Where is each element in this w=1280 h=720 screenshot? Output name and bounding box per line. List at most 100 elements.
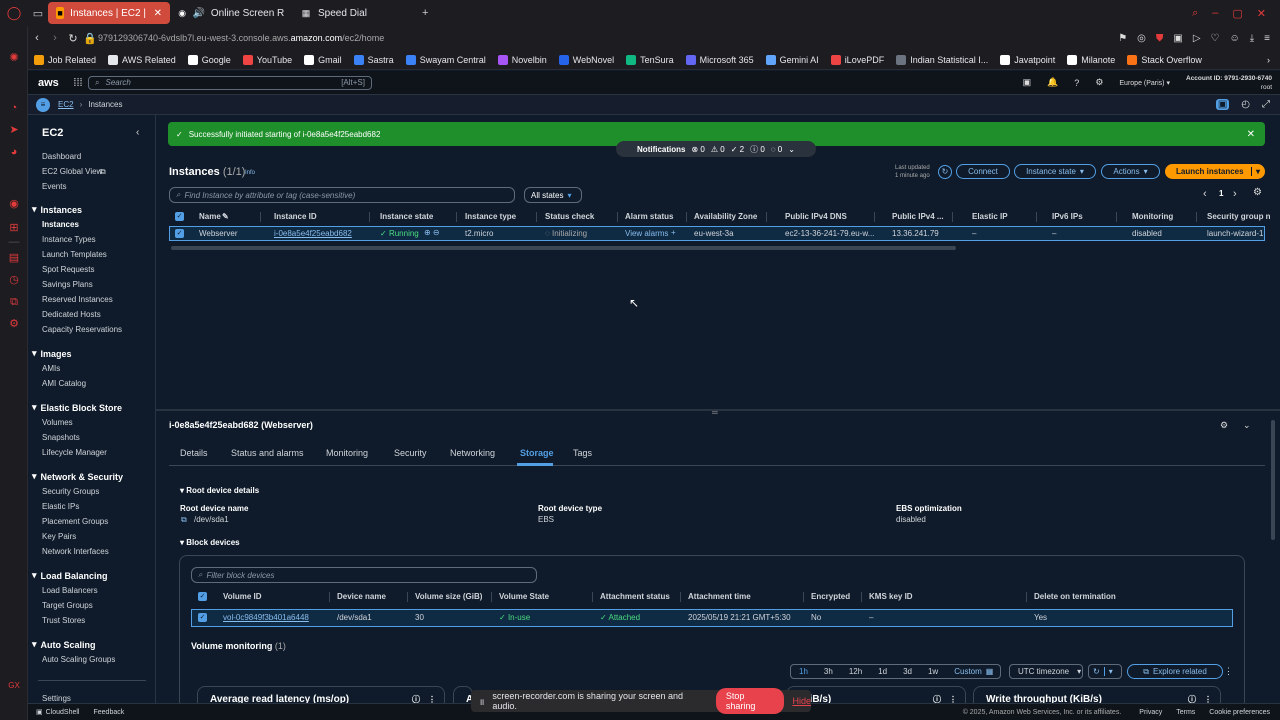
breadcrumb-ec2[interactable]: EC2: [58, 100, 74, 109]
bookmark-item[interactable]: WebNovel: [558, 54, 614, 65]
launch-instances-button[interactable]: Launch instances ▾: [1165, 164, 1265, 179]
column-divider[interactable]: [803, 592, 804, 602]
close-tab-icon[interactable]: ✕: [154, 8, 162, 19]
discord-icon[interactable]: ◕: [8, 146, 20, 158]
sidebar-item-reserved-instances[interactable]: Reserved Instances: [42, 295, 113, 304]
gx-icon[interactable]: GX: [8, 680, 20, 692]
tab-instances[interactable]: ■ Instances | EC2 | eu-west ✕: [48, 2, 170, 24]
workspaces-icon[interactable]: ▭: [28, 7, 48, 20]
maximize-icon[interactable]: ▢: [1232, 7, 1242, 20]
refresh-metrics-button[interactable]: ↻ ▾: [1088, 664, 1122, 679]
column-header[interactable]: Availability Zone: [694, 212, 757, 221]
zoom-icon[interactable]: ⊕ ⊖: [424, 228, 440, 237]
sidebar-item-security-groups[interactable]: Security Groups: [42, 487, 99, 496]
tab-details[interactable]: Details: [180, 448, 208, 458]
sidebar-item-events[interactable]: Events: [42, 182, 66, 191]
column-header[interactable]: IPv6 IPs: [1052, 212, 1083, 221]
block-column-header[interactable]: Encrypted: [811, 592, 850, 601]
new-tab-icon[interactable]: +: [422, 7, 428, 19]
copy-icon[interactable]: ⧉: [181, 515, 187, 525]
sidebar-item-trust-stores[interactable]: Trust Stores: [42, 616, 85, 625]
bookmark-item[interactable]: Milanote: [1067, 54, 1115, 65]
account-menu[interactable]: Account ID: 9791-2930-6740 root: [1186, 74, 1272, 92]
services-grid-icon[interactable]: ⁞⁞⁞: [68, 77, 88, 89]
sidebar-item-amis[interactable]: AMIs: [42, 364, 60, 373]
select-all-checkbox[interactable]: ✓: [175, 212, 184, 221]
bookmark-item[interactable]: Microsoft 365: [685, 54, 754, 65]
column-divider[interactable]: [536, 212, 537, 222]
column-divider[interactable]: [686, 212, 687, 222]
bookmark-item[interactable]: AWS Related: [108, 54, 176, 65]
column-divider[interactable]: [592, 592, 593, 602]
bookmark-item[interactable]: Job Related: [34, 54, 96, 65]
back-icon[interactable]: ‹: [28, 32, 46, 44]
column-header[interactable]: Instance ID: [274, 212, 317, 221]
bookmark-item[interactable]: Indian Statistical I...: [896, 54, 988, 65]
search-tabs-icon[interactable]: ⌕: [1192, 7, 1198, 20]
sidebar-section-auto-scaling[interactable]: ▾ Auto Scaling: [32, 639, 96, 650]
play-icon[interactable]: ▷: [1193, 33, 1201, 44]
download-icon[interactable]: ⤓: [1250, 33, 1254, 44]
bookmark-item[interactable]: Google: [187, 54, 231, 65]
range-1w[interactable]: 1w: [920, 667, 946, 676]
column-header[interactable]: Elastic IP: [972, 212, 1008, 221]
launch-dropdown-icon[interactable]: ▾: [1250, 167, 1264, 176]
sidebar-item-capacity-reservations[interactable]: Capacity Reservations: [42, 325, 122, 334]
block-section-toggle[interactable]: ▾ Block devices: [180, 538, 240, 547]
sidebar-item-network-interfaces[interactable]: Network Interfaces: [42, 547, 109, 556]
column-header[interactable]: Instance type: [465, 212, 516, 221]
terms-link[interactable]: Terms: [1176, 709, 1195, 716]
bookmark-item[interactable]: Javatpoint: [1000, 54, 1055, 65]
search-input[interactable]: ⌕ Search [Alt+S]: [88, 75, 372, 90]
details-settings-icon[interactable]: ⚙: [1220, 420, 1228, 431]
range-1d[interactable]: 1d: [870, 667, 895, 676]
column-header[interactable]: Monitoring: [1132, 212, 1173, 221]
more-bookmarks-icon[interactable]: ›: [1267, 55, 1270, 65]
column-divider[interactable]: [407, 592, 408, 602]
forward-icon[interactable]: ›: [46, 32, 64, 44]
block-column-header[interactable]: Device name: [337, 592, 386, 601]
aria-icon[interactable]: ✺: [8, 52, 20, 64]
instance-search-input[interactable]: ⌕ Find Instance by attribute or tag (cas…: [169, 187, 515, 203]
explore-related-button[interactable]: ⧉ Explore related: [1127, 664, 1223, 679]
tab-storage[interactable]: Storage: [520, 448, 554, 458]
row-checkbox[interactable]: ✓: [175, 229, 184, 238]
sidebar-item-lifecycle-manager[interactable]: Lifecycle Manager: [42, 448, 107, 457]
next-page-icon[interactable]: ›: [1233, 188, 1237, 200]
sidebar-item-instance-types[interactable]: Instance Types: [42, 235, 96, 244]
collapse-sidebar-icon[interactable]: ‹: [136, 127, 139, 138]
sidebar-item-elastic-ips[interactable]: Elastic IPs: [42, 502, 79, 511]
column-divider[interactable]: [1196, 212, 1197, 222]
sidebar-item-placement-groups[interactable]: Placement Groups: [42, 517, 108, 526]
block-select-all-checkbox[interactable]: ✓: [198, 592, 207, 601]
column-header[interactable]: Security group n: [1207, 212, 1271, 221]
sidebar-section-load-balancing[interactable]: ▾ Load Balancing: [32, 570, 108, 581]
column-header[interactable]: Public IPv4 ...: [892, 212, 944, 221]
cell-id[interactable]: i-0e8a5e4f25eabd682: [274, 229, 352, 238]
wallet-icon[interactable]: ▤: [8, 252, 20, 264]
tab-screen-recorder[interactable]: ◉ 🔊 Online Screen Recorde: [170, 2, 292, 24]
camera-icon[interactable]: ◎: [1137, 33, 1146, 44]
clock-icon[interactable]: ◴: [1241, 99, 1250, 110]
column-divider[interactable]: [369, 212, 370, 222]
privacy-link[interactable]: Privacy: [1139, 709, 1162, 716]
whatsapp-icon[interactable]: ◔: [8, 102, 20, 114]
player-icon[interactable]: ◉: [8, 198, 20, 210]
block-column-header[interactable]: Attachment status: [600, 592, 670, 601]
add-alarm-icon[interactable]: +: [671, 228, 676, 237]
stop-sharing-button[interactable]: Stop sharing: [715, 688, 785, 714]
column-header[interactable]: Name: [199, 212, 221, 221]
column-divider[interactable]: [952, 212, 953, 222]
bookmark-item[interactable]: TenSura: [626, 54, 674, 65]
prev-page-icon[interactable]: ‹: [1203, 188, 1207, 200]
tab-networking[interactable]: Networking: [450, 448, 495, 458]
column-divider[interactable]: [874, 212, 875, 222]
sidebar-item-target-groups[interactable]: Target Groups: [42, 601, 93, 610]
notifications-bar[interactable]: Notifications ⊗ 0 ⚠ 0 ✓ 2 ⓘ 0 ◌ 0 ⌄: [616, 141, 816, 157]
column-divider[interactable]: [260, 212, 261, 222]
block-column-header[interactable]: Volume State: [499, 592, 549, 601]
gear-icon[interactable]: ⚙: [1095, 77, 1103, 88]
sidebar-item-load-balancers[interactable]: Load Balancers: [42, 586, 98, 595]
cloudshell-link[interactable]: ▣ CloudShell: [36, 708, 79, 717]
instance-state-button[interactable]: Instance state ▾: [1014, 164, 1096, 179]
